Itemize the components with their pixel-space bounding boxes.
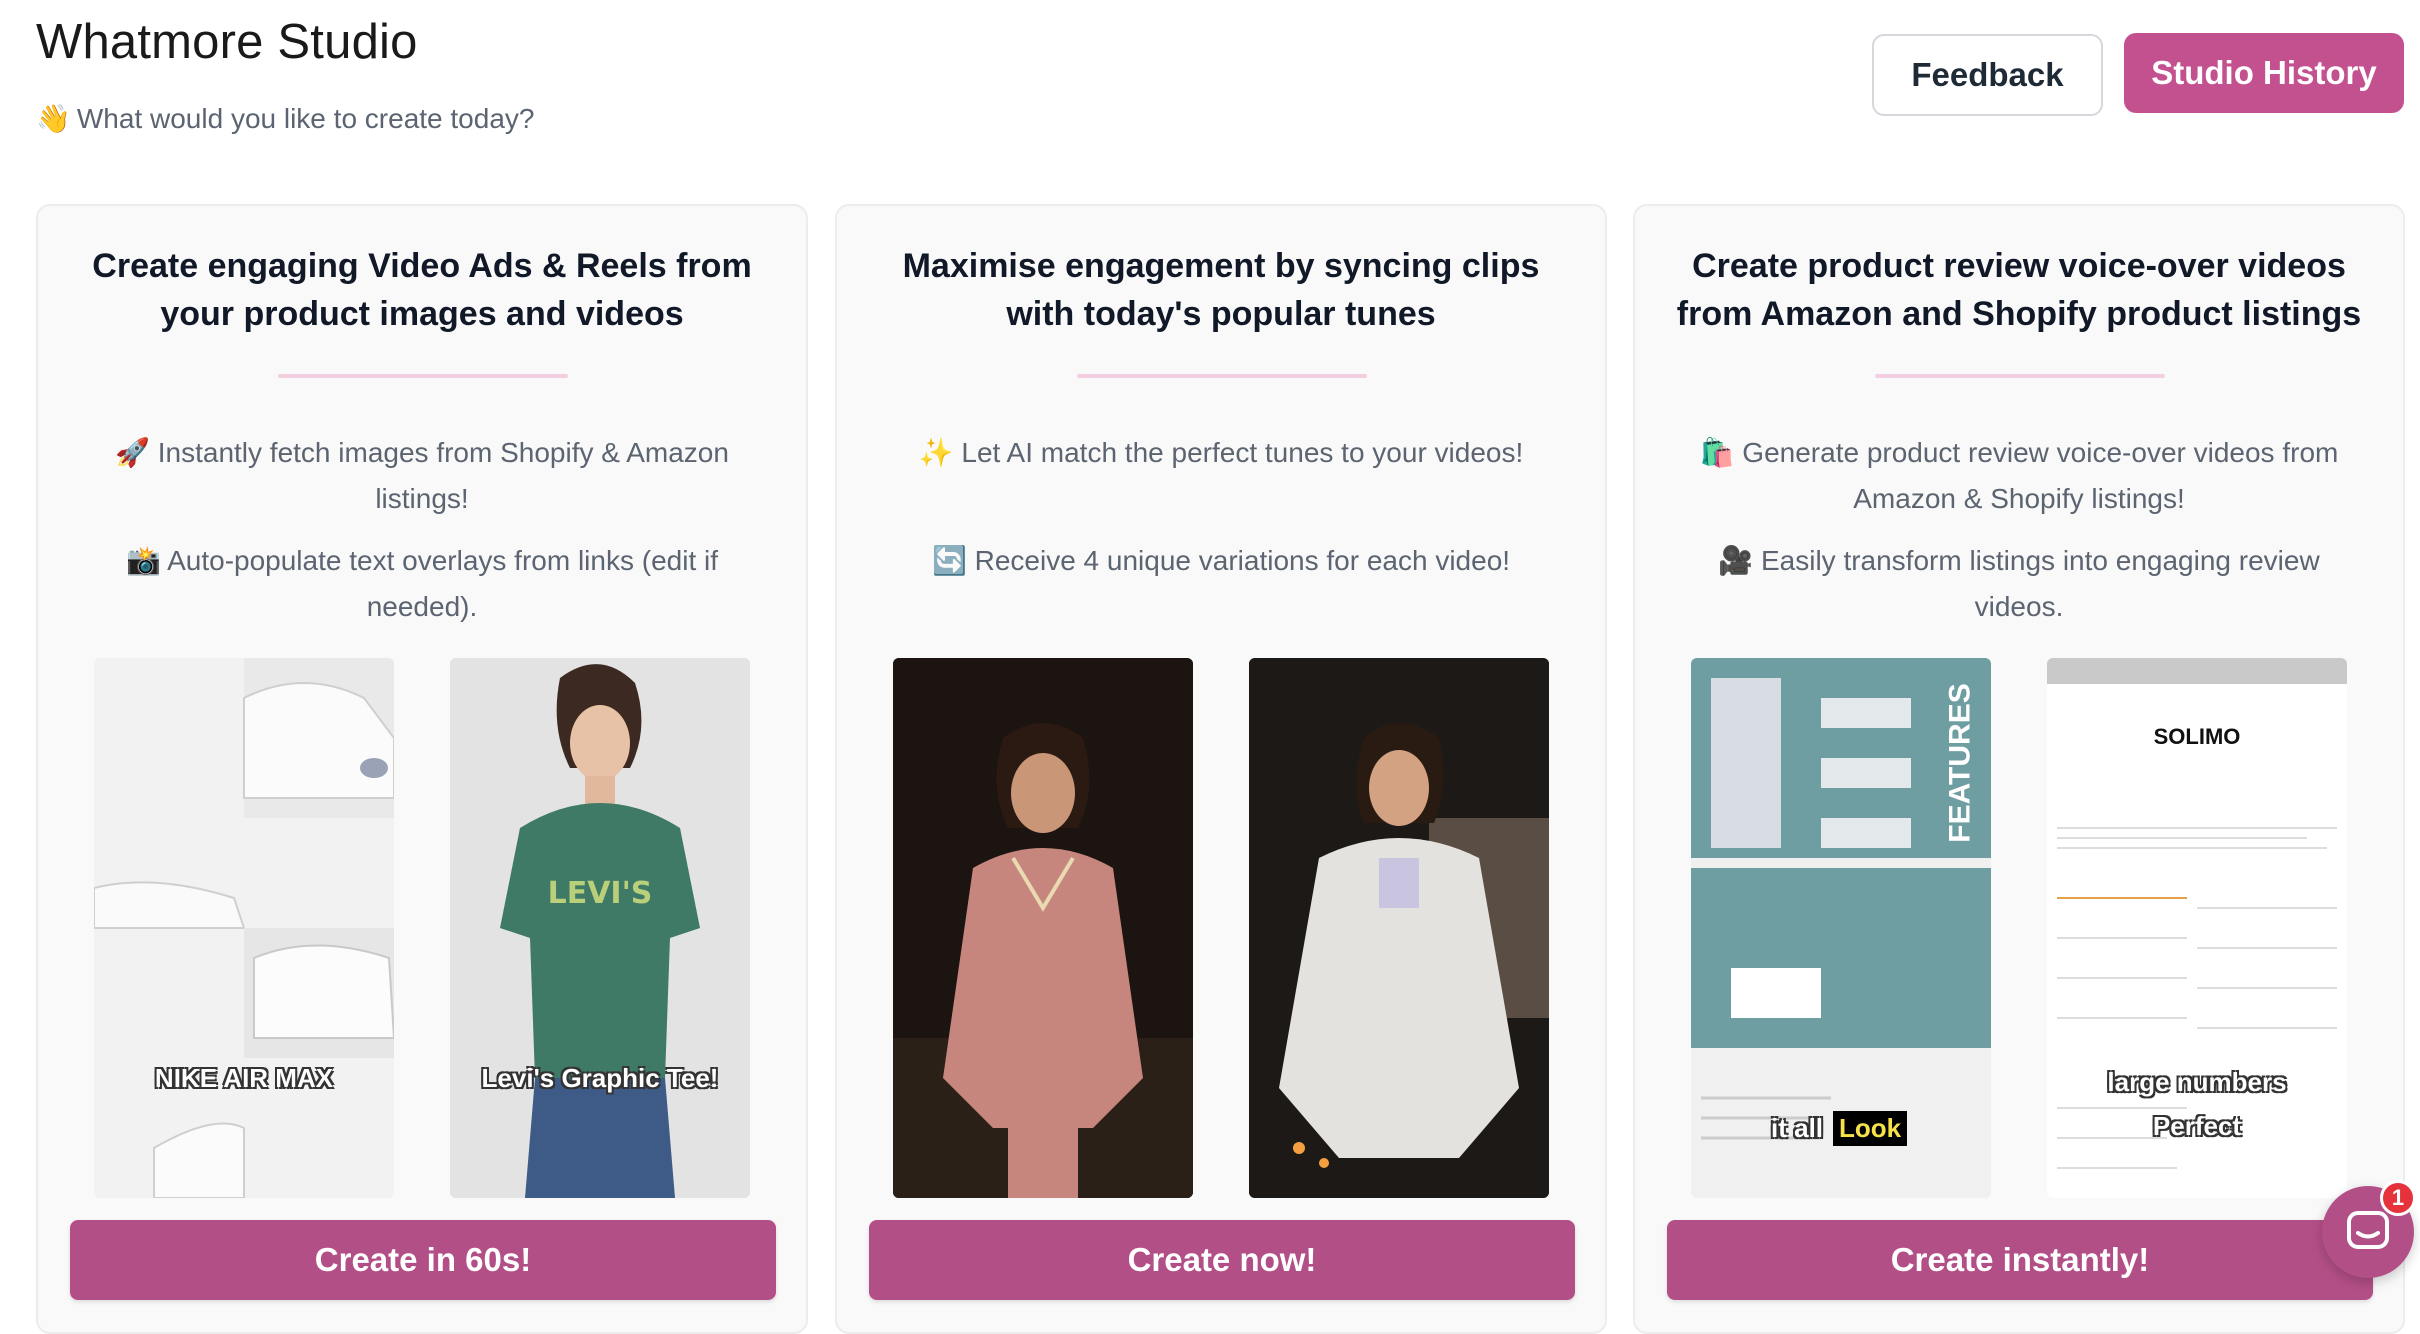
shopping-bags-icon: 🛍️ xyxy=(1699,437,1735,468)
feature-text: Receive 4 unique variations for each vid… xyxy=(974,545,1511,576)
card-sync-tunes: Maximise engagement by syncing clips wit… xyxy=(835,204,1607,1334)
thumbnail-caption-secondary: Perfect xyxy=(2152,1111,2242,1141)
create-in-60s-button[interactable]: Create in 60s! xyxy=(70,1220,776,1300)
card-divider xyxy=(278,374,568,378)
thumbnail-highlight: Look xyxy=(1833,1111,1908,1146)
repeat-icon: 🔄 xyxy=(931,545,967,576)
feature-item: 🎥 Easily transform listings into engagin… xyxy=(1695,538,2343,630)
sneakers-illustration xyxy=(94,658,394,1198)
card-divider xyxy=(1077,374,1367,378)
waving-hand-icon: 👋 xyxy=(36,103,71,134)
video-thumbnail-listing-features[interactable]: FEATURES it all Look xyxy=(1691,658,1991,1198)
model-tee-illustration: LEVI'S xyxy=(450,658,750,1198)
video-thumbnail-sneakers[interactable]: NIKE AIR MAX xyxy=(94,658,394,1198)
thumbnail-caption: Levi's Graphic Tee! xyxy=(481,1063,719,1093)
chat-bubble-icon xyxy=(2347,1211,2389,1249)
model-pink-dress-illustration xyxy=(893,658,1193,1198)
feature-item: 🔄 Receive 4 unique variations for each v… xyxy=(897,538,1545,584)
app-title: Whatmore Studio xyxy=(36,15,418,69)
features-side-label-wrap: FEATURES xyxy=(1941,678,1981,848)
thumbnail-caption: large numbers xyxy=(2107,1067,2287,1097)
feedback-button[interactable]: Feedback xyxy=(1872,34,2103,116)
video-thumbnail-listing-solimo[interactable]: SOLIMO large numbers Perfect xyxy=(2047,658,2347,1198)
feature-text: Instantly fetch images from Shopify & Am… xyxy=(157,437,729,514)
feature-text: Generate product review voice-over video… xyxy=(1742,437,2339,514)
create-instantly-button[interactable]: Create instantly! xyxy=(1667,1220,2373,1300)
card-divider xyxy=(1875,374,2165,378)
features-side-label: FEATURES xyxy=(1944,683,1978,843)
video-thumbnail-pink-dress[interactable] xyxy=(893,658,1193,1198)
card-title: Create product review voice-over videos … xyxy=(1676,247,2362,333)
rocket-icon: 🚀 xyxy=(115,437,150,468)
thumbnail-caption-row: it all Look xyxy=(1771,1111,1908,1146)
feature-text: Let AI match the perfect tunes to your v… xyxy=(961,437,1524,468)
card-title: Maximise engagement by syncing clips wit… xyxy=(902,247,1540,333)
card-video-ads: Create engaging Video Ads & Reels from y… xyxy=(36,204,808,1334)
create-now-button[interactable]: Create now! xyxy=(869,1220,1575,1300)
thumbnail-caption: it all xyxy=(1771,1113,1824,1143)
movie-camera-icon: 🎥 xyxy=(1718,545,1754,576)
video-thumbnail-tee[interactable]: LEVI'S Levi's Graphic Tee! xyxy=(450,658,750,1198)
video-thumbnail-white-kaftan[interactable] xyxy=(1249,658,1549,1198)
camera-icon: 📸 xyxy=(125,545,161,576)
feature-text: Auto-populate text overlays from links (… xyxy=(167,545,719,622)
svg-text:LEVI'S: LEVI'S xyxy=(548,876,653,911)
model-kaftan-illustration xyxy=(1249,658,1549,1198)
feature-item: 🚀 Instantly fetch images from Shopify & … xyxy=(98,430,746,522)
brand-logo-text: SOLIMO xyxy=(2153,724,2241,749)
card-title: Create engaging Video Ads & Reels from y… xyxy=(92,247,752,333)
notification-badge: 1 xyxy=(2380,1180,2416,1216)
subtitle-text: What would you like to create today? xyxy=(76,103,535,134)
studio-history-button[interactable]: Studio History xyxy=(2124,33,2404,113)
card-review-voiceover: Create product review voice-over videos … xyxy=(1633,204,2405,1334)
thumbnail-caption: NIKE AIR MAX xyxy=(154,1063,334,1093)
feature-text: Easily transform listings into engaging … xyxy=(1760,545,2320,622)
sparkles-icon: ✨ xyxy=(918,437,954,468)
feature-item: 📸 Auto-populate text overlays from links… xyxy=(98,538,746,630)
page-subtitle: 👋 What would you like to create today? xyxy=(36,102,534,135)
header: Whatmore Studio 👋 What would you like to … xyxy=(0,0,2420,180)
feature-item: ✨ Let AI match the perfect tunes to your… xyxy=(897,430,1545,476)
feature-item: 🛍️ Generate product review voice-over vi… xyxy=(1695,430,2343,522)
